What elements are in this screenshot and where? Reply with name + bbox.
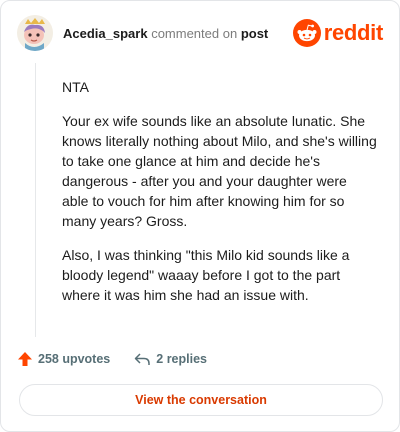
replies-button[interactable]: 2 replies <box>134 351 207 367</box>
author-line: Acedia_spark commented on post <box>63 26 268 41</box>
comment-actions: 258 upvotes 2 replies <box>17 349 207 369</box>
comment-header: Acedia_spark commented on post reddit <box>17 15 383 55</box>
upvote-button[interactable]: 258 upvotes <box>17 351 110 367</box>
reply-arrow-icon <box>135 353 151 365</box>
comment-paragraph: Also, I was thinking "this Milo kid soun… <box>62 247 350 303</box>
reddit-wordmark: reddit <box>323 20 384 45</box>
author-name[interactable]: Acedia_spark <box>63 26 148 41</box>
view-conversation-button[interactable]: View the conversation <box>19 384 383 416</box>
reddit-logo[interactable]: reddit <box>292 19 384 47</box>
post-link[interactable]: post <box>241 26 268 41</box>
avatar[interactable] <box>17 15 53 51</box>
avatar-icon <box>17 15 53 51</box>
comment-paragraph: Your ex wife sounds like an absolute lun… <box>62 113 377 229</box>
thread-line <box>35 63 36 337</box>
commented-on-text: commented on <box>151 26 238 41</box>
reddit-snoo-icon <box>292 19 321 47</box>
comment-card: Acedia_spark commented on post reddit NT… <box>0 0 400 432</box>
upvote-arrow-icon <box>18 352 32 366</box>
comment-body: NTA Your ex wife sounds like an absolute… <box>62 77 377 319</box>
upvote-count: 258 upvotes <box>38 352 111 366</box>
replies-count: 2 replies <box>156 352 207 366</box>
comment-paragraph: NTA <box>62 79 89 95</box>
